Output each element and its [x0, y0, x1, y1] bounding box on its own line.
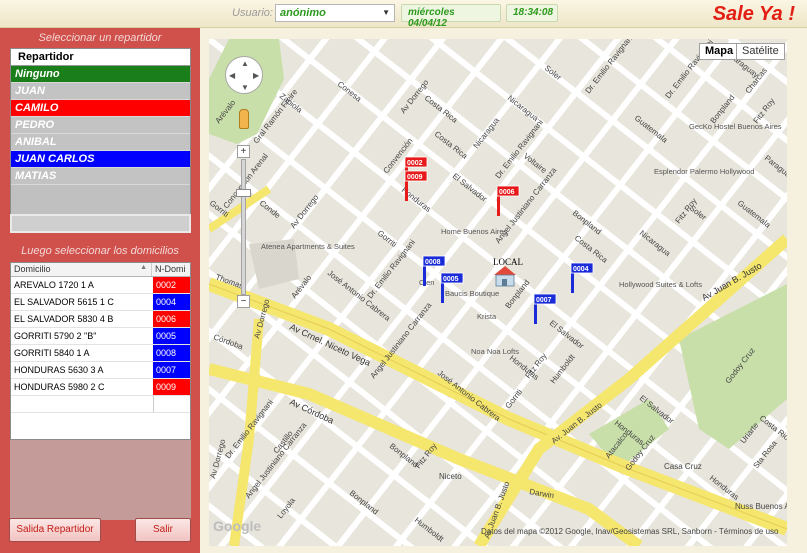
delivery-flag-label: 0005 [443, 276, 459, 283]
map-canvas[interactable]: Conesa Zapiola Av Dorrego Costa Rica Nic… [209, 39, 787, 546]
poi-label: Esplendor Palermo Hollywood [654, 167, 754, 176]
zoom-slider-track[interactable] [241, 159, 246, 295]
map-pan-control[interactable]: ▲ ◀ ▶ ▼ [225, 56, 263, 94]
repartidor-item[interactable]: PEDRO [11, 117, 190, 134]
map-type-map-button[interactable]: Mapa [699, 43, 740, 60]
local-label: LOCAL [493, 257, 523, 267]
domicilio-address: GORRITI 5790 2 "B" [14, 331, 97, 341]
street-label: Niceto [439, 472, 462, 481]
poi-label: Hollywood Suites & Lofts [619, 280, 702, 289]
time-display: 18:34:08 [506, 4, 558, 22]
map-view[interactable]: Conesa Zapiola Av Dorrego Costa Rica Nic… [209, 39, 787, 546]
repartidor-item[interactable]: JUAN [11, 83, 190, 100]
domicilio-number: 0008 [153, 345, 190, 361]
column-header-ndomi[interactable]: N-Domi [151, 263, 190, 276]
domicilios-section-title: Luego seleccionar los domicilios [21, 245, 179, 257]
domicilios-table[interactable]: Domicilio ▲ N-Domi AREVALO 1720 1 A 0002 EL… [10, 262, 191, 440]
poi-label: Cien [419, 278, 434, 287]
pan-up-icon[interactable]: ▲ [241, 59, 249, 68]
domicilio-number: 0006 [153, 311, 190, 327]
salida-repartidor-button[interactable]: Salida Repartidor [9, 518, 101, 542]
left-panel: Seleccionar un repartidor Repartidor Nin… [0, 28, 200, 553]
user-select[interactable]: anónimo ▼ [275, 4, 395, 22]
salir-button[interactable]: Salir [135, 518, 191, 542]
domicilio-row-empty[interactable] [11, 396, 190, 413]
sort-up-icon: ▲ [140, 264, 147, 271]
domicilio-number: 0004 [153, 294, 190, 310]
poi-label: Baucis Boutique [445, 289, 499, 298]
zoom-out-button[interactable]: − [237, 295, 250, 308]
domicilio-row[interactable]: GORRITI 5840 1 A 0008 [11, 345, 190, 362]
pan-down-icon[interactable]: ▼ [241, 83, 249, 92]
domicilio-address: GORRITI 5840 1 A [14, 348, 90, 358]
domicilios-empty-area [10, 440, 191, 520]
user-label: Usuario: [232, 7, 273, 19]
domicilio-number: 0007 [153, 362, 190, 378]
domicilio-row[interactable]: EL SALVADOR 5615 1 C 0004 [11, 294, 190, 311]
street-label: Casa Cruz [664, 462, 702, 471]
map-attribution[interactable]: Datos del mapa ©2012 Google, Inav/Geosis… [481, 527, 778, 536]
poi-label: GecKo Hostel Buenos Aires [689, 122, 782, 131]
poi-label: Atenea Apartments & Suites [261, 242, 355, 251]
domicilio-number: 0005 [153, 328, 190, 344]
domicilio-row[interactable]: HONDURAS 5630 3 A 0007 [11, 362, 190, 379]
domicilio-address: EL SALVADOR 5615 1 C [14, 297, 114, 307]
user-select-value: anónimo [280, 7, 326, 19]
domicilio-row[interactable]: GORRITI 5790 2 "B" 0005 [11, 328, 190, 345]
zoom-slider-handle[interactable] [236, 189, 251, 197]
poi-label: Krista [477, 312, 497, 321]
zoom-in-button[interactable]: + [237, 145, 250, 158]
delivery-flag-label: 0004 [573, 266, 589, 273]
street-label: Nuss Buenos Aires [735, 502, 787, 511]
street-view-pegman-icon[interactable] [239, 109, 249, 129]
repartidor-list-header: Repartidor [11, 49, 190, 66]
repartidor-item[interactable]: ANIBAL [11, 134, 190, 151]
domicilio-address: AREVALO 1720 1 A [14, 280, 94, 290]
chevron-down-icon: ▼ [382, 8, 390, 17]
map-type-satellite-button[interactable]: Satélite [736, 43, 785, 60]
date-display: miércoles 04/04/12 [401, 4, 501, 29]
delivery-flag-label: 0002 [407, 160, 423, 167]
repartidor-item[interactable]: CAMILO [11, 100, 190, 117]
pan-left-icon[interactable]: ◀ [229, 71, 235, 80]
repartidor-section-title: Seleccionar un repartidor [38, 32, 162, 44]
google-logo: Google [213, 518, 262, 534]
delivery-flag-label: 0006 [499, 189, 515, 196]
pan-right-icon[interactable]: ▶ [253, 71, 259, 80]
domicilio-row[interactable]: EL SALVADOR 5830 4 B 0006 [11, 311, 190, 328]
brand-logo: Sale Ya ! [712, 3, 795, 25]
delivery-flag-label: 0009 [407, 174, 423, 181]
domicilio-row[interactable]: AREVALO 1720 1 A 0002 [11, 277, 190, 294]
poi-label: Home Buenos Aires [441, 227, 508, 236]
domicilio-address: HONDURAS 5980 2 C [14, 382, 105, 392]
repartidor-item[interactable]: MATIAS [11, 168, 190, 185]
domicilio-number: 0009 [153, 379, 190, 395]
column-header-domicilio[interactable]: Domicilio ▲ [11, 263, 151, 276]
repartidor-selected-field[interactable] [10, 214, 191, 233]
poi-label: Noa Noa Lofts [471, 347, 519, 356]
delivery-flag-label: 0008 [425, 259, 441, 266]
repartidor-item[interactable]: JUAN CARLOS [11, 151, 190, 168]
domicilios-table-header: Domicilio ▲ N-Domi [11, 263, 190, 277]
top-bar: Usuario: anónimo ▼ miércoles 04/04/12 18… [0, 0, 807, 29]
domicilio-address: HONDURAS 5630 3 A [14, 365, 104, 375]
domicilio-row[interactable]: HONDURAS 5980 2 C 0009 [11, 379, 190, 396]
domicilio-number: 0002 [153, 277, 190, 293]
delivery-flag-label: 0007 [536, 297, 552, 304]
repartidor-item[interactable]: Ninguno [11, 66, 190, 83]
repartidor-list[interactable]: Repartidor Ninguno JUAN CAMILO PEDRO ANIBAL J… [10, 48, 191, 226]
domicilio-address: EL SALVADOR 5830 4 B [14, 314, 114, 324]
